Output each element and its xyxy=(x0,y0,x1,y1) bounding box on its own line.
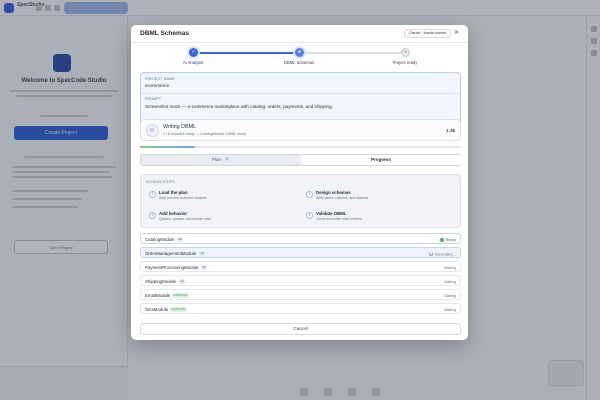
loading-spinner-icon xyxy=(429,251,434,256)
writing-status-card: Writing DBML 1 / 6 modules ready — Catal… xyxy=(140,119,461,141)
writing-subtitle: 1 / 6 modules ready — CatalogModule: DBM… xyxy=(163,132,247,136)
stepper-line-complete xyxy=(194,52,299,54)
schema-step-desc: Queries, updates, and domain rules xyxy=(159,217,212,221)
module-name: OrderManagementModule xyxy=(145,251,197,256)
module-status: Waiting xyxy=(444,307,456,312)
step-label-project-ready: Project ready xyxy=(392,60,418,65)
schema-step-number: 4 xyxy=(306,212,313,219)
module-status: Generating… xyxy=(429,251,456,256)
schema-step-number: 2 xyxy=(306,191,313,198)
tab-plan-label: Plan xyxy=(211,157,222,162)
tab-progress[interactable]: Progress xyxy=(301,155,461,165)
dbml-schemas-modal: DBML Schemas Claude · claude-sonnet ✕ ✓ … xyxy=(131,25,468,340)
step-label-ai-analysis: AI Analysis xyxy=(182,60,204,65)
schema-step-number: 3 xyxy=(149,212,156,219)
tab-plan-count: 6 xyxy=(224,157,231,163)
project-name-label: PROJECT NAME xyxy=(145,77,175,81)
module-name: SmsModule xyxy=(145,307,169,312)
module-status: ✓ Ready xyxy=(440,237,456,242)
module-status-text: Ready xyxy=(445,237,456,242)
step-ai-analysis-marker: ✓ xyxy=(189,48,198,57)
module-name: CatalogModule xyxy=(145,237,175,242)
schema-step-title: Add behavior xyxy=(159,211,188,216)
module-tag: 10 xyxy=(179,278,186,284)
schema-step-desc: Write tables, columns, and relations xyxy=(316,196,369,200)
prompt-label: PROMPT xyxy=(145,97,162,101)
card-divider xyxy=(141,93,460,94)
step-label-dbml-schemas: DBML Schemas xyxy=(283,60,315,65)
active-dot-icon: ● xyxy=(297,49,302,55)
module-tag: CATALOG xyxy=(170,306,187,312)
schema-step-title: Design schemas xyxy=(316,190,351,195)
cancel-button[interactable]: Cancel xyxy=(140,323,461,335)
stepper-line-pending xyxy=(300,52,405,54)
step-dbml-schemas-marker: ● xyxy=(295,48,304,57)
model-selector[interactable]: Claude · claude-sonnet xyxy=(404,29,452,38)
module-name: ShippingModule xyxy=(145,279,177,284)
tab-progress-label: Progress xyxy=(371,157,391,162)
modal-title: DBML Schemas xyxy=(140,30,190,37)
module-tag: 10 xyxy=(177,236,184,242)
prompt-value: Screenshot mock — e-commerce marketplace… xyxy=(145,104,333,109)
step-project-ready-marker: ● xyxy=(401,48,410,57)
spinner-inner-icon xyxy=(150,128,154,132)
tab-plan[interactable]: Plan 6 xyxy=(141,155,301,165)
elapsed-time: 1:36 xyxy=(446,128,456,133)
close-icon[interactable]: ✕ xyxy=(452,29,461,38)
spinner-icon xyxy=(146,124,159,137)
schema-steps-card: SCHEMA STEPS 1 Load the plan Start from … xyxy=(140,174,461,228)
module-row-sms[interactable]: SmsModule CATALOG Waiting xyxy=(140,303,461,314)
schema-step-title: Load the plan xyxy=(159,190,188,195)
schema-step-desc: Start from the reviewed modules xyxy=(159,196,207,200)
pending-dot-icon: ● xyxy=(403,49,408,55)
module-tag: 10 xyxy=(199,250,206,256)
check-circle-icon: ✓ xyxy=(440,238,445,242)
schema-step-desc: Check and polish each schema xyxy=(316,217,362,221)
writing-title: Writing DBML xyxy=(163,124,197,130)
schema-step-title: Validate DBML xyxy=(316,211,347,216)
module-row-order-management[interactable]: OrderManagementModule 10 Generating… xyxy=(140,247,461,258)
check-icon: ✓ xyxy=(191,49,196,55)
progress-bar-fill xyxy=(140,146,195,148)
module-row-shipping[interactable]: ShippingModule 10 Waiting xyxy=(140,275,461,286)
module-row-payment-processing[interactable]: PaymentProcessingModule 10 Waiting xyxy=(140,261,461,272)
module-name: EmailModule xyxy=(145,293,171,298)
module-tag: CATALOG xyxy=(172,292,189,298)
module-name: PaymentProcessingModule xyxy=(145,265,199,270)
header-divider xyxy=(131,42,468,43)
module-status: Waiting xyxy=(444,293,456,298)
module-tag: 10 xyxy=(201,264,208,270)
schema-steps-heading: SCHEMA STEPS xyxy=(146,180,175,184)
module-status: Waiting xyxy=(444,279,456,284)
schema-step-number: 1 xyxy=(149,191,156,198)
module-row-email[interactable]: EmailModule CATALOG Waiting xyxy=(140,289,461,300)
module-status: Waiting xyxy=(444,265,456,270)
module-row-catalog[interactable]: CatalogModule 10 ✓ Ready xyxy=(140,233,461,244)
module-status-text: Generating… xyxy=(434,252,456,256)
progress-bar xyxy=(140,146,461,148)
project-name-value: ecommerce xyxy=(145,83,169,88)
view-tabs: Plan 6 Progress xyxy=(140,154,461,166)
